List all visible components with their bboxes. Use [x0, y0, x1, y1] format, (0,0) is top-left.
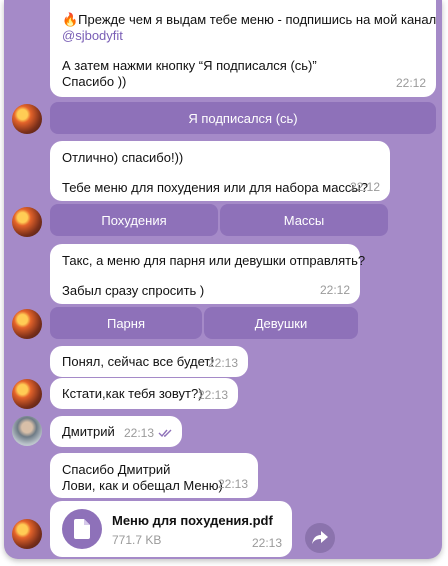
user-avatar[interactable] — [12, 416, 42, 446]
file-name[interactable]: Меню для похудения.pdf — [112, 513, 273, 529]
message-text: Отлично) спасибо!)) — [62, 150, 184, 165]
share-button[interactable] — [305, 523, 335, 553]
message-text: Такс, а меню для парня или девушки отпра… — [62, 253, 366, 268]
message-time: 22:13 — [197, 388, 228, 402]
document-icon[interactable] — [62, 509, 102, 549]
file-size: 771.7 KB — [112, 533, 162, 547]
message-text: Спасибо )) — [62, 74, 127, 89]
message-time: 22:13 — [207, 356, 238, 370]
message-bubble: Такс, а меню для парня или девушки отпра… — [50, 244, 366, 304]
guy-button[interactable]: Парня — [50, 307, 202, 339]
message-bubble: Отлично) спасибо!)) Тебе меню для похуде… — [50, 141, 390, 201]
message-time: 22:12 — [319, 283, 350, 297]
bot-avatar[interactable] — [12, 309, 42, 339]
girl-button[interactable]: Девушки — [204, 307, 358, 339]
file-icon — [74, 519, 90, 539]
message-bubble: 🔥Прежде чем я выдам тебе меню - подпишис… — [50, 0, 436, 97]
message-bubble: Спасибо Дмитрий Лови, как и обещал Меню)… — [50, 453, 258, 498]
bot-avatar[interactable] — [12, 379, 42, 409]
document-message[interactable]: Меню для похудения.pdf 771.7 KB 22:13 — [50, 501, 292, 557]
lose-weight-button[interactable]: Похудения — [50, 204, 218, 236]
message-time: 22:13 — [123, 426, 154, 440]
chat-area: 🔥Прежде чем я выдам тебе меню - подпишис… — [4, 0, 442, 559]
subscribed-button[interactable]: Я подписался (сь) — [50, 102, 436, 134]
message-text: Забыл сразу спросить ) — [62, 283, 205, 298]
message-text: А затем нажми кнопку “Я подписался (сь)” — [62, 58, 317, 73]
message-bubble: Кстати,как тебя зовут?) 22:13 — [50, 378, 238, 409]
mass-button[interactable]: Массы — [220, 204, 388, 236]
double-check-icon — [158, 429, 172, 438]
message-time: 22:13 — [217, 477, 248, 491]
message-time: 22:12 — [395, 76, 426, 90]
message-bubble: Понял, сейчас все будет! 22:13 — [50, 346, 248, 377]
message-time: 22:12 — [349, 180, 380, 194]
message-bubble: Дмитрий 22:13 — [50, 416, 182, 447]
message-text: 🔥Прежде чем я выдам тебе меню - подпишис… — [62, 12, 437, 27]
share-icon — [312, 531, 328, 544]
message-time: 22:13 — [251, 536, 282, 550]
channel-link[interactable]: @sjbodyfit — [62, 28, 424, 44]
bot-avatar[interactable] — [12, 104, 42, 134]
bot-avatar[interactable] — [12, 207, 42, 237]
message-text: Тебе меню для похудения или для набора м… — [62, 180, 369, 195]
bot-avatar[interactable] — [12, 519, 42, 549]
